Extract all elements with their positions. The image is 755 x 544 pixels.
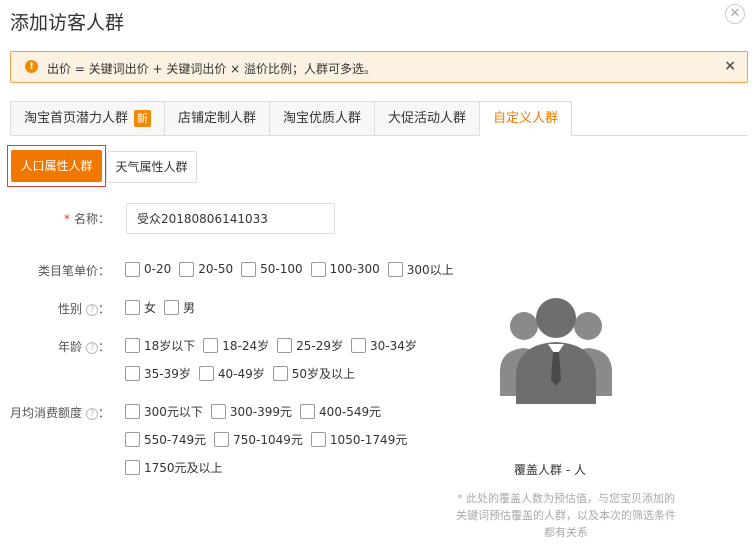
checkbox-age-2[interactable]: 25-29岁: [277, 337, 343, 354]
help-icon: ?: [85, 341, 98, 354]
checkbox-spend-1[interactable]: 300-399元: [210, 403, 292, 420]
spend-options-row3: 1750元及以上: [125, 458, 231, 476]
tab-taobao-quality[interactable]: 淘宝优质人群: [269, 101, 375, 136]
checkbox[interactable]: [272, 365, 288, 381]
dialog-title: 添加访客人群: [10, 12, 125, 34]
checkbox[interactable]: [198, 365, 214, 381]
checkbox[interactable]: [125, 365, 140, 381]
checkbox[interactable]: [125, 431, 140, 447]
checkbox-price-3[interactable]: 100-300: [310, 261, 380, 277]
checkbox-spend-4[interactable]: 750-1049元: [214, 431, 303, 448]
checkbox-spend-0[interactable]: 300元以下: [125, 403, 203, 420]
tab-label: 淘宝优质人群: [283, 111, 362, 126]
checkbox-spend-5[interactable]: 1050-1749元: [310, 431, 407, 448]
tab-label: 店铺定制人群: [178, 111, 257, 126]
spend-options-row1: 300元以下 300-399元 400-549元: [125, 402, 389, 420]
checkbox-price-1[interactable]: 20-50: [179, 261, 233, 277]
checkbox[interactable]: [125, 337, 140, 353]
spend-label: 月均消费额度?：: [9, 406, 110, 420]
tab-label: 淘宝首页潜力人群: [24, 111, 129, 126]
checkbox[interactable]: [125, 403, 140, 419]
checkbox-price-4[interactable]: 300以上: [387, 261, 454, 278]
age-options-row1: 18岁以下 18-24岁 25-29岁 30-34岁: [125, 336, 425, 354]
coverage-note: * 此处的覆盖人数为预估值，与您宝贝添加的 关键词预估覆盖的人群，以及本次的筛选…: [456, 492, 676, 539]
checkbox[interactable]: [310, 431, 326, 447]
checkbox[interactable]: [179, 261, 195, 277]
checkbox-spend-2[interactable]: 400-549元: [300, 403, 381, 420]
checkbox-spend-3[interactable]: 550-749元: [125, 431, 206, 448]
checkbox[interactable]: [125, 261, 140, 277]
alert-banner: ! 出价 = 关键词出价 + 关键词出价 × 溢价比例；人群可多选。 ×: [10, 51, 748, 83]
close-icon[interactable]: ✕: [725, 4, 745, 24]
checkbox-age-0[interactable]: 18岁以下: [125, 337, 195, 354]
checkbox-gender-male[interactable]: 男: [164, 299, 195, 316]
checkbox-age-4[interactable]: 35-39岁: [125, 365, 191, 382]
checkbox[interactable]: [387, 261, 403, 277]
help-icon: ?: [85, 407, 98, 420]
checkbox[interactable]: [210, 403, 226, 419]
coverage-label: 覆盖人群 - 人: [514, 463, 586, 477]
name-input[interactable]: [126, 203, 335, 234]
checkbox[interactable]: [351, 337, 367, 353]
checkbox[interactable]: [300, 403, 316, 419]
tab-taobao-homepage-potential[interactable]: 淘宝首页潜力人群 新: [10, 101, 165, 136]
checkbox[interactable]: [277, 337, 293, 353]
checkbox[interactable]: [214, 431, 230, 447]
subtab-weather[interactable]: 天气属性人群: [106, 151, 197, 183]
name-label: * 名称：: [63, 212, 110, 226]
price-options: 0-20 20-50 50-100 100-300 300以上: [125, 260, 462, 278]
tab-custom[interactable]: 自定义人群: [479, 101, 573, 136]
tab-promo-activity[interactable]: 大促活动人群: [374, 101, 480, 136]
checkbox[interactable]: [125, 459, 140, 475]
gender-options: 女 男: [125, 298, 203, 316]
checkbox[interactable]: [203, 337, 219, 353]
checkbox[interactable]: [241, 261, 257, 277]
checkbox-age-3[interactable]: 30-34岁: [351, 337, 417, 354]
checkbox[interactable]: [125, 299, 140, 315]
alert-close-icon[interactable]: ×: [724, 58, 736, 74]
spend-options-row2: 550-749元 750-1049元 1050-1749元: [125, 430, 415, 448]
checkbox-age-5[interactable]: 40-49岁: [198, 365, 265, 382]
checkbox-spend-6[interactable]: 1750元及以上: [125, 459, 223, 476]
subtab-population[interactable]: 人口属性人群: [11, 150, 102, 182]
checkbox-age-6[interactable]: 50岁及以上: [272, 365, 355, 382]
checkbox-price-0[interactable]: 0-20: [125, 261, 171, 277]
warning-icon: !: [25, 60, 38, 73]
age-options-row2: 35-39岁 40-49岁 50岁及以上: [125, 364, 363, 382]
help-icon: ?: [85, 303, 98, 316]
tab-shop-custom[interactable]: 店铺定制人群: [164, 101, 270, 136]
tab-bar: 淘宝首页潜力人群 新 店铺定制人群 淘宝优质人群 大促活动人群 自定义人群: [10, 101, 573, 136]
tab-divider: [10, 135, 748, 136]
new-badge: 新: [134, 110, 152, 127]
tab-label: 自定义人群: [493, 111, 559, 126]
gender-label: 性别?：: [57, 302, 110, 316]
checkbox[interactable]: [310, 261, 326, 277]
age-label: 年龄?：: [57, 340, 110, 354]
checkbox[interactable]: [164, 299, 180, 315]
alert-message: 出价 = 关键词出价 + 关键词出价 × 溢价比例；人群可多选。: [47, 62, 377, 76]
checkbox-price-2[interactable]: 50-100: [241, 261, 303, 277]
tab-label: 大促活动人群: [388, 111, 467, 126]
price-label: 类目笔单价：: [37, 264, 110, 278]
checkbox-age-1[interactable]: 18-24岁: [203, 337, 269, 354]
checkbox-gender-female[interactable]: 女: [125, 299, 156, 316]
audience-group-icon: [500, 298, 612, 404]
